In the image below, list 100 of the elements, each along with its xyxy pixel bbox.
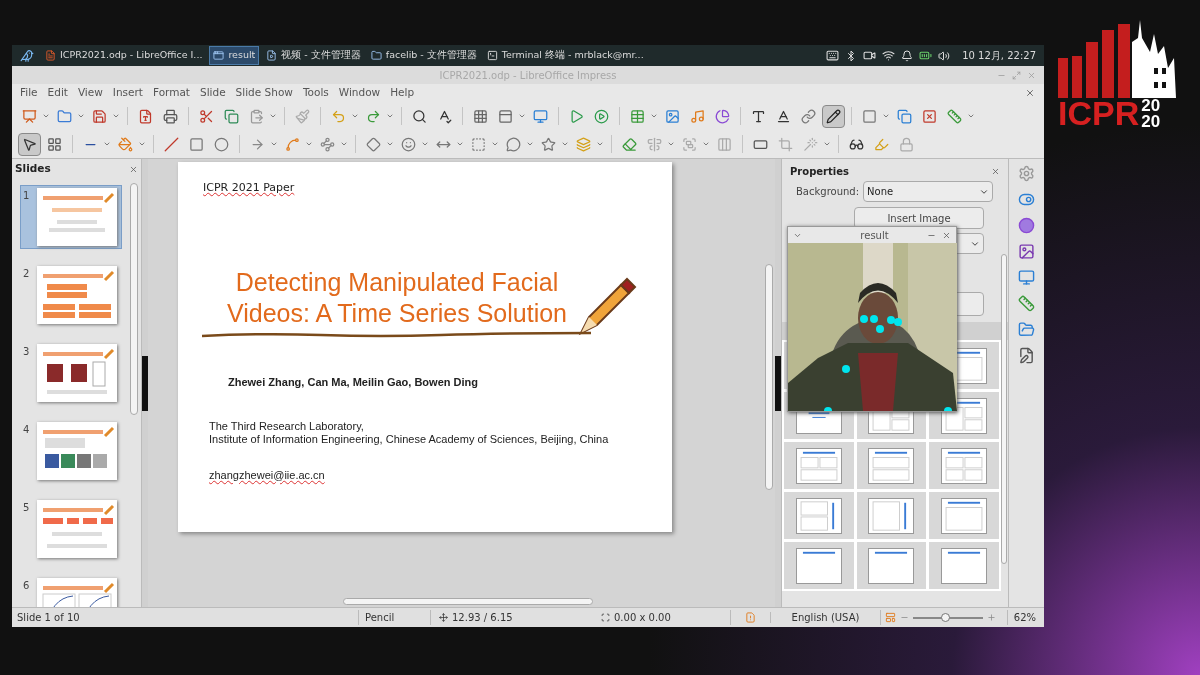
monitor-icon[interactable] [1018,269,1035,286]
menu-icon[interactable] [20,48,34,63]
caret-icon[interactable] [340,140,348,148]
scrollbar[interactable] [1001,254,1007,564]
toggle-icon[interactable] [1018,191,1035,208]
taskbar-item[interactable]: Terminal 终端 - mrblack@mr... [483,46,647,65]
caret-icon[interactable] [823,140,831,148]
caret-icon[interactable] [650,112,658,120]
menu-item[interactable]: Slide [195,85,231,101]
caret-icon[interactable] [561,140,569,148]
scrollbar[interactable] [130,183,138,415]
menu-item[interactable]: Format [147,85,195,101]
window-title: result [860,228,889,243]
slide-thumbnail[interactable] [37,188,117,246]
edit-document-icon[interactable] [1018,347,1035,364]
slide-thumbnail[interactable] [37,500,117,558]
thumbnail-entry[interactable]: 1 [20,185,122,249]
menu-item[interactable]: File [15,85,43,101]
caret-icon[interactable] [351,112,359,120]
window-icon [213,50,225,61]
caret-icon[interactable] [491,140,499,148]
menu-item[interactable]: Slide Show [230,85,298,101]
thumbnail-entry[interactable]: 5 [20,497,122,561]
caret-icon[interactable] [667,140,675,148]
menu-item[interactable]: View [72,85,108,101]
collapse-handle[interactable] [142,355,148,411]
slide-thumbnail[interactable] [37,344,117,402]
menu-item[interactable]: Edit [42,85,73,101]
thumbnail-entry[interactable]: 6 [20,575,122,607]
keyboard-icon[interactable] [826,49,840,62]
fit-icon[interactable] [885,612,896,623]
slide-title: Videos: A Time Series Solution [227,297,567,329]
thumbnail-entry[interactable]: 3 [20,341,122,405]
caret-icon[interactable] [103,140,111,148]
zoom-in-icon[interactable] [987,613,996,622]
zoom-thumb[interactable] [940,612,950,622]
zoom-value[interactable]: 62% [1006,610,1044,625]
slide-thumbnail[interactable] [37,266,117,324]
file-icon [266,50,278,61]
menu-item[interactable]: Help [385,85,420,101]
caret-icon[interactable] [270,140,278,148]
pointer-icon[interactable] [18,132,41,156]
clock[interactable]: 10 12月, 22:27 [962,48,1036,63]
caret-icon[interactable] [42,112,50,120]
volume-icon[interactable] [938,49,951,62]
taskbar-item[interactable]: 视频 - 文件管理器 [263,46,364,65]
scrollbar[interactable] [765,264,773,490]
caret-icon[interactable] [77,112,85,120]
caret-icon[interactable] [967,112,975,120]
folder-icon[interactable] [1018,321,1035,338]
background-dropdown[interactable]: None [863,181,994,202]
close-document-icon[interactable] [1025,88,1035,98]
wifi-icon[interactable] [882,49,896,62]
caret-icon[interactable] [526,140,534,148]
caret-icon[interactable] [386,112,394,120]
slide-thumbnail[interactable] [37,422,117,480]
caret-icon[interactable] [112,112,120,120]
caret-icon[interactable] [882,112,890,120]
insert-image-button[interactable]: Insert Image [854,207,984,229]
caret-icon[interactable] [421,140,429,148]
document-icon [45,50,56,61]
zoom-slider[interactable] [913,616,983,619]
layout-icon [868,547,915,584]
status-size: 0.00 x 0.00 [614,611,671,625]
field-label: Background: [796,185,860,199]
close-icon[interactable] [129,164,138,174]
collapse-handle[interactable] [775,355,781,411]
caret-icon[interactable] [138,140,146,148]
camera-icon[interactable] [863,49,877,62]
ruler-icon[interactable] [1018,295,1035,312]
close-icon[interactable] [942,230,951,240]
pencil-icon[interactable] [822,104,845,128]
bell-icon[interactable] [901,49,914,62]
image-icon[interactable] [1018,243,1035,260]
caret-icon[interactable] [518,112,526,120]
taskbar-item[interactable]: result [209,46,260,65]
circle-icon[interactable] [1018,217,1035,234]
settings-icon[interactable] [1018,165,1035,182]
slide-number: 2 [23,267,31,281]
caret-icon[interactable] [269,112,277,120]
size-icon [601,613,610,622]
caret-icon[interactable] [702,140,710,148]
menu-item[interactable]: Tools [297,85,334,101]
menu-item[interactable]: Insert [107,85,148,101]
slide-title: Detecting Manipulated Facial [235,266,559,298]
thumbnail-entry[interactable]: 2 [20,263,122,327]
caret-icon[interactable] [596,140,604,148]
menu-item[interactable]: Window [333,85,386,101]
caret-icon[interactable] [386,140,394,148]
battery-icon[interactable] [919,49,933,62]
taskbar-item[interactable]: ICPR2021.odp - LibreOffice I... [42,46,206,65]
slide-number: 4 [23,423,31,437]
caret-icon[interactable] [305,140,313,148]
close-icon[interactable] [991,166,1000,176]
layout-icon [868,447,915,484]
thumbnail-entry[interactable]: 4 [20,419,122,483]
taskbar-item[interactable]: facelib - 文件管理器 [367,46,480,65]
logo-year: 20 [1141,114,1161,130]
caret-icon[interactable] [456,140,464,148]
scrollbar[interactable] [343,597,593,605]
